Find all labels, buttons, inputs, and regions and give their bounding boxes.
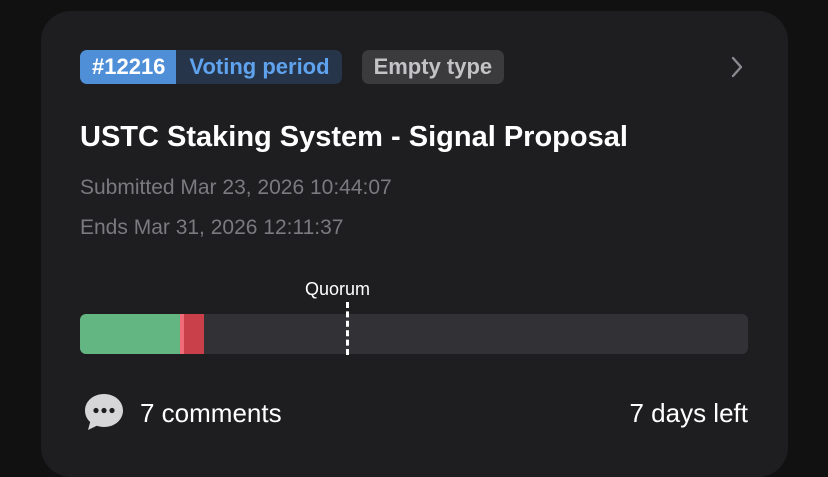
end-date: Ends Mar 31, 2026 12:11:37 bbox=[80, 216, 344, 239]
no-votes-segment bbox=[184, 314, 204, 354]
yes-votes-segment bbox=[80, 314, 181, 354]
proposal-title: USTC Staking System - Signal Proposal bbox=[80, 121, 628, 153]
proposal-id: #12216 bbox=[80, 50, 177, 84]
comments-count: 7 comments bbox=[140, 398, 282, 428]
speech-bubble-ellipsis-icon bbox=[85, 394, 123, 430]
vote-tally-bar bbox=[80, 314, 748, 354]
proposal-status: Voting period bbox=[189, 54, 330, 79]
badge-row: #12216 Voting period Empty type bbox=[80, 50, 505, 84]
proposal-card[interactable]: #12216 Voting period Empty type USTC Sta… bbox=[41, 11, 788, 477]
comments-button[interactable]: 7 comments bbox=[84, 391, 324, 435]
quorum-marker bbox=[345, 302, 349, 355]
proposal-id-status-badge: #12216 Voting period bbox=[80, 50, 342, 84]
card-footer: 7 comments 7 days left bbox=[84, 391, 748, 435]
quorum-label: Quorum bbox=[305, 279, 371, 299]
proposal-type-badge: Empty type bbox=[361, 50, 505, 84]
time-left: 7 days left bbox=[629, 398, 748, 428]
submitted-date: Submitted Mar 23, 2026 10:44:07 bbox=[80, 176, 392, 199]
chevron-right-icon[interactable] bbox=[727, 54, 747, 80]
